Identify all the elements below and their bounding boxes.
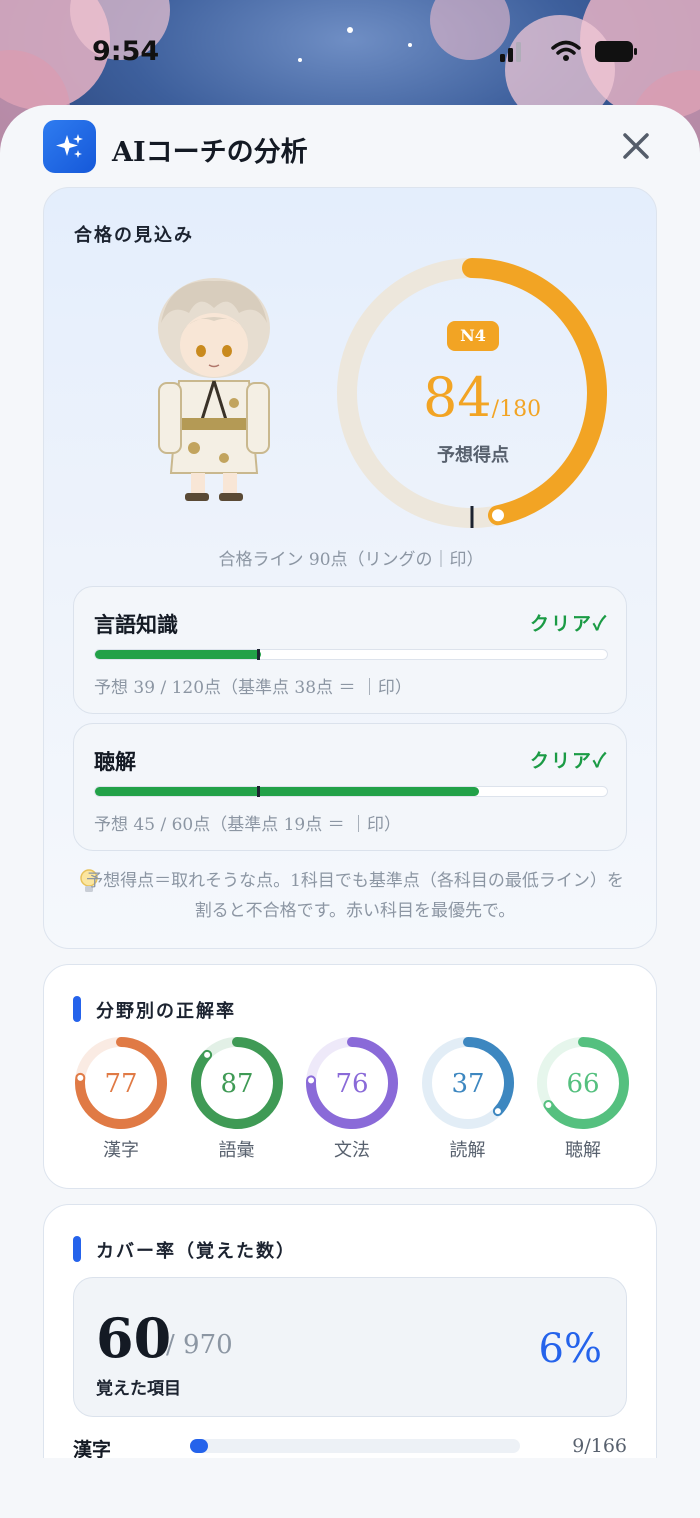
accuracy-ring-dot: [203, 1051, 210, 1058]
coverage-summary: 60 / 970 覚えた項目 6%: [73, 1277, 627, 1417]
subject-progress-fill: [95, 650, 262, 659]
section-accent: [73, 1236, 81, 1262]
level-badge: N4: [447, 321, 499, 351]
threshold-mark: [257, 786, 261, 797]
learned-label: 覚えた項目: [96, 1379, 181, 1399]
battery-icon: [595, 41, 637, 62]
accuracy-ring: 76: [306, 1037, 398, 1129]
accuracy-label: 漢字: [103, 1140, 139, 1161]
score-caption: 予想得点: [437, 445, 509, 466]
accuracy-label: 語彙: [218, 1140, 255, 1161]
accuracy-label: 読解: [449, 1140, 486, 1161]
section-label-prediction: 合格の見込み: [74, 225, 194, 246]
section-label-accuracy: 分野別の正解率: [96, 1001, 236, 1022]
accuracy-label: 文法: [334, 1140, 370, 1161]
accuracy-ring: 77: [75, 1037, 167, 1129]
score-max: /180: [491, 397, 542, 422]
avatar: [158, 278, 270, 501]
page-title: AIコーチの分析: [112, 137, 308, 168]
sparkle-icon: [43, 120, 96, 173]
total-count: / 970: [166, 1330, 233, 1360]
accuracy-ring-dot: [77, 1074, 84, 1081]
coverage-row-fill: [190, 1439, 208, 1453]
section-label-coverage: カバー率（覚えた数）: [96, 1241, 296, 1262]
close-icon[interactable]: [618, 128, 654, 164]
subject-status: クリア✓: [530, 613, 608, 635]
subject-progress-fill: [95, 787, 479, 796]
subject-note: 予想 45 / 60点（基準点 19点 ＝ ｜印）: [94, 815, 402, 835]
accuracy-ring-item: 77 漢字: [73, 1035, 169, 1165]
status-time: 9:54: [92, 36, 160, 67]
analysis-sheet: AIコーチの分析 合格の見込み N4 84/180 予想得点 合格ライン 90点…: [0, 105, 700, 1518]
pass-line-text: 合格ライン 90点（リングの｜印）: [218, 550, 484, 570]
accuracy-ring-item: 37 読解: [420, 1035, 516, 1165]
accuracy-ring-item: 66 聴解: [535, 1035, 631, 1165]
accuracy-ring: 87: [190, 1037, 283, 1129]
accuracy-ring-item: 87 語彙: [189, 1035, 285, 1165]
accuracy-ring-dot: [545, 1101, 552, 1108]
accuracy-ring: 66: [537, 1037, 629, 1129]
coverage-percent: 6%: [538, 1326, 602, 1372]
accuracy-card: 分野別の正解率 77 漢字 87 語彙 76 文法 37 読解 66 聴解: [43, 964, 657, 1189]
accuracy-value: 77: [104, 1069, 137, 1099]
predicted-score: 84/180: [387, 366, 577, 429]
wifi-icon: [551, 40, 581, 61]
threshold-mark: [257, 649, 261, 660]
subject-card-language: 言語知識 クリア✓ 予想 39 / 120点（基準点 38点 ＝ ｜印）: [73, 586, 627, 714]
accuracy-label: 聴解: [565, 1140, 601, 1161]
accuracy-value: 66: [566, 1069, 599, 1099]
coverage-row-count: 9/166: [572, 1435, 627, 1457]
tip-text: 予想得点＝取れそうな点。1科目でも基準点（各科目の最低ライン）を割ると不合格です…: [86, 871, 624, 921]
pass-prediction-card: 合格の見込み N4 84/180 予想得点 合格ライン 90点（リングの｜印） …: [43, 187, 657, 949]
cellular-signal-icon: [500, 42, 521, 62]
accuracy-value: 37: [451, 1069, 484, 1099]
subject-progress-bar: [94, 786, 608, 797]
status-bar: 9:54: [0, 0, 700, 100]
coverage-row-bar: [190, 1439, 520, 1453]
bottom-fade: [0, 1458, 700, 1518]
subject-progress-bar: [94, 649, 608, 660]
subject-name: 言語知識: [94, 612, 178, 637]
subject-note: 予想 39 / 120点（基準点 38点 ＝ ｜印）: [94, 678, 412, 698]
section-accent: [73, 996, 81, 1022]
score-ring-end-dot: [491, 509, 504, 522]
accuracy-ring-dot: [494, 1108, 501, 1115]
accuracy-ring-dot: [308, 1077, 315, 1084]
learned-count: 60: [96, 1306, 172, 1370]
accuracy-ring: 37: [421, 1037, 514, 1129]
subject-status: クリア✓: [530, 750, 608, 772]
subject-name: 聴解: [94, 749, 136, 774]
score-value: 84: [422, 366, 492, 429]
subject-card-listening: 聴解 クリア✓ 予想 45 / 60点（基準点 19点 ＝ ｜印）: [73, 723, 627, 851]
accuracy-value: 76: [335, 1069, 368, 1099]
sheet-header: AIコーチの分析: [43, 120, 663, 174]
accuracy-value: 87: [220, 1069, 253, 1099]
accuracy-ring-item: 76 文法: [304, 1035, 400, 1165]
